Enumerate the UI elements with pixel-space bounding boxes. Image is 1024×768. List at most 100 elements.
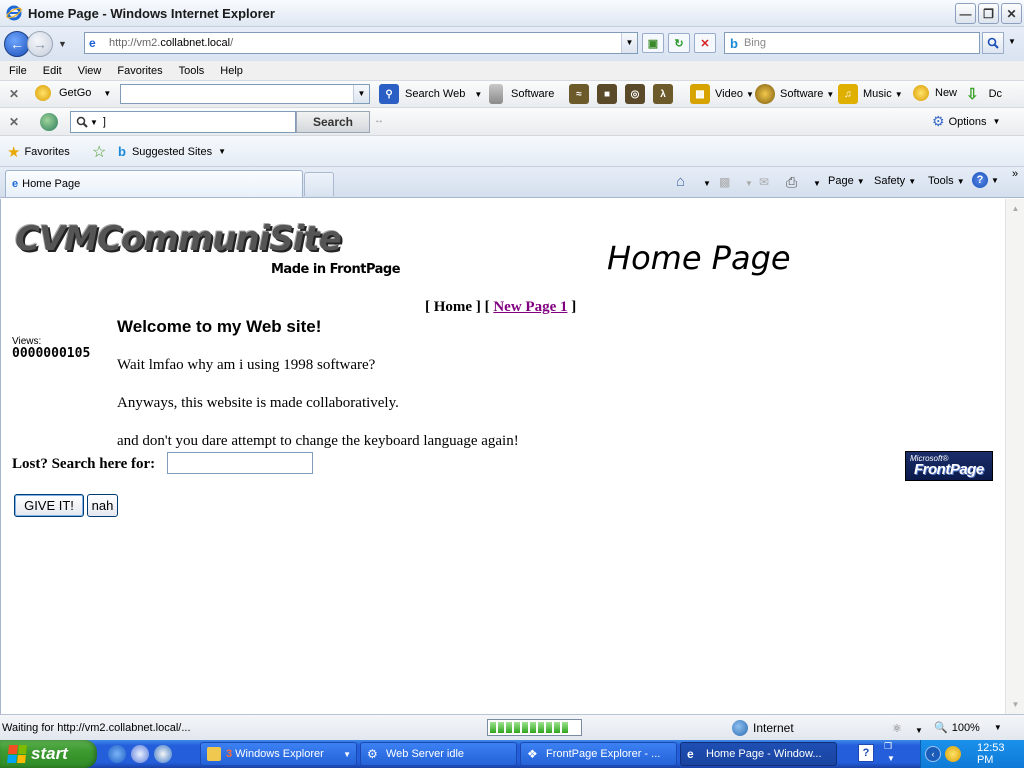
suggested-sites-button[interactable]: b Suggested Sites ▼: [118, 144, 226, 159]
feeds-icon[interactable]: ▩: [719, 175, 730, 189]
menu-bar: File Edit View Favorites Tools Help: [0, 61, 1024, 81]
close-window-button[interactable]: ✕: [1001, 3, 1022, 24]
mail-icon[interactable]: ✉: [759, 175, 769, 189]
site-search-input[interactable]: [167, 452, 313, 474]
menu-file[interactable]: File: [0, 65, 34, 77]
globe-icon[interactable]: [40, 113, 58, 131]
ie-page-icon: e: [687, 747, 694, 761]
stop-button[interactable]: ✕: [694, 33, 716, 53]
page-icon: e: [89, 36, 96, 50]
tool-icon[interactable]: λ: [653, 84, 673, 104]
home-dropdown-icon[interactable]: ▼: [703, 179, 711, 188]
tab-home-page[interactable]: e Home Page: [5, 170, 303, 197]
address-field[interactable]: e http://vm2.collabnet.local/ ▼: [84, 32, 638, 54]
title-bar: Home Page - Windows Internet Explorer — …: [0, 0, 1024, 27]
camera-icon[interactable]: ■: [597, 84, 617, 104]
software-menu[interactable]: Software ▼: [755, 84, 834, 104]
getgo-tray-icon[interactable]: [944, 746, 961, 762]
toolbar-resize-handle-icon[interactable]: ↔: [374, 115, 384, 126]
menu-help[interactable]: Help: [211, 65, 250, 77]
combo-dropdown-icon[interactable]: ▼: [353, 85, 369, 103]
page-menu-label: Page: [828, 175, 854, 187]
tray-dropdown-icon[interactable]: ▼: [887, 754, 895, 763]
page-content: CVMCommuniSite Made in FrontPage Home Pa…: [0, 199, 1008, 714]
new-button[interactable]: New: [913, 85, 957, 101]
task-home-page-ie[interactable]: e Home Page - Window...: [680, 742, 837, 766]
close-toolbar-icon[interactable]: ✕: [9, 115, 19, 129]
download-button[interactable]: ⇩ Dc: [966, 85, 1002, 103]
task-windows-explorer[interactable]: 3 Windows Explorer ▼: [200, 742, 357, 766]
minimize-button[interactable]: —: [955, 3, 976, 24]
zoom-control[interactable]: 🔍 100% ▼: [934, 721, 1002, 735]
favorites-button[interactable]: ★ Favorites: [7, 143, 70, 161]
rss-icon[interactable]: ≈: [569, 84, 589, 104]
globe-icon[interactable]: ◎: [625, 84, 645, 104]
help-button[interactable]: ? ▼: [972, 172, 999, 188]
desktop-quicklaunch-icon[interactable]: [131, 745, 149, 763]
print-dropdown-icon[interactable]: ▼: [813, 179, 821, 188]
ie-quicklaunch-icon[interactable]: [108, 745, 126, 763]
search-options-dropdown-icon[interactable]: ▼: [1008, 37, 1016, 46]
history-dropdown-icon[interactable]: ▼: [58, 39, 67, 49]
video-menu[interactable]: ▩ Video ▼: [690, 84, 754, 104]
getgo-search-combo[interactable]: ▼: [120, 84, 370, 104]
start-button[interactable]: start: [0, 740, 97, 768]
give-it-button[interactable]: GIVE IT!: [14, 494, 84, 517]
help-tray-icon[interactable]: ?: [858, 744, 874, 762]
scroll-down-icon[interactable]: ▼: [1007, 696, 1024, 713]
feeds-dropdown-icon[interactable]: ▼: [745, 179, 753, 188]
menu-edit[interactable]: Edit: [34, 65, 69, 77]
forward-button[interactable]: →: [27, 31, 53, 57]
chevron-down-icon: ▼: [894, 89, 903, 99]
clock[interactable]: 12:53 PM: [977, 742, 1024, 766]
search-go-button[interactable]: [982, 32, 1004, 54]
toolbar-search-field[interactable]: ▼ ]: [70, 111, 296, 133]
getgo-menu[interactable]: GetGo ▼: [35, 85, 111, 101]
media-player-quicklaunch-icon[interactable]: [154, 745, 172, 763]
restore-button[interactable]: ❐: [978, 3, 999, 24]
bing-search-field[interactable]: b Bing: [724, 32, 980, 54]
welcome-heading: Welcome to my Web site!: [117, 317, 322, 336]
security-zone[interactable]: Internet: [732, 720, 794, 736]
protected-mode-dropdown-icon[interactable]: ▼: [915, 726, 923, 735]
frontpage-badge-main: FrontPage: [914, 461, 984, 478]
paragraph-1: Wait lmfao why am i using 1998 software?: [117, 357, 376, 373]
safety-menu-label: Safety: [874, 175, 906, 187]
add-favorite-star-icon[interactable]: ☆: [92, 142, 106, 162]
task-web-server[interactable]: ⚙ Web Server idle: [360, 742, 517, 766]
options-button[interactable]: ⚙ Options ▼: [932, 113, 1000, 130]
vertical-scrollbar[interactable]: ▲ ▼: [1005, 199, 1024, 714]
address-dropdown-icon[interactable]: ▼: [621, 33, 637, 53]
nah-button[interactable]: nah: [87, 494, 118, 517]
protected-mode-icon[interactable]: ⚛: [892, 722, 902, 735]
close-toolbar-icon[interactable]: ✕: [9, 87, 19, 101]
getgo-label: GetGo: [59, 87, 92, 99]
software-disc-icon: [755, 84, 775, 104]
new-tab-button[interactable]: [304, 172, 334, 196]
frontpage-badge[interactable]: Microsoft® FrontPage: [905, 451, 993, 481]
chevron-more-icon[interactable]: »: [1012, 168, 1018, 180]
software-button[interactable]: Software: [489, 84, 554, 104]
print-icon[interactable]: ⎙: [786, 174, 797, 191]
menu-tools[interactable]: Tools: [170, 65, 212, 77]
scroll-up-icon[interactable]: ▲: [1007, 200, 1024, 217]
nav-link-new-page-1[interactable]: New Page 1: [493, 299, 567, 315]
restore-tray-icon[interactable]: ❐: [884, 741, 892, 752]
tools-menu[interactable]: Tools ▼: [928, 175, 965, 187]
search-web-button[interactable]: ⚲ Search Web ▼: [379, 84, 482, 104]
new-label: New: [935, 87, 958, 99]
home-icon[interactable]: ⌂: [676, 173, 685, 190]
page-menu[interactable]: Page ▼: [828, 175, 865, 187]
music-menu[interactable]: ♫ Music ▼: [838, 84, 903, 104]
compat-view-button[interactable]: ▣: [642, 33, 664, 53]
toolbar-search-button[interactable]: Search: [296, 111, 370, 133]
menu-favorites[interactable]: Favorites: [108, 65, 169, 77]
address-url[interactable]: http://vm2.collabnet.local/: [109, 37, 233, 49]
menu-view[interactable]: View: [69, 65, 109, 77]
task-label: FrontPage Explorer - ...: [546, 748, 661, 760]
safety-menu[interactable]: Safety ▼: [874, 175, 916, 187]
refresh-button[interactable]: ↻: [668, 33, 690, 53]
tray-expand-icon[interactable]: ‹: [925, 746, 941, 762]
task-frontpage-explorer[interactable]: ❖ FrontPage Explorer - ...: [520, 742, 677, 766]
progress-block: [562, 722, 568, 733]
